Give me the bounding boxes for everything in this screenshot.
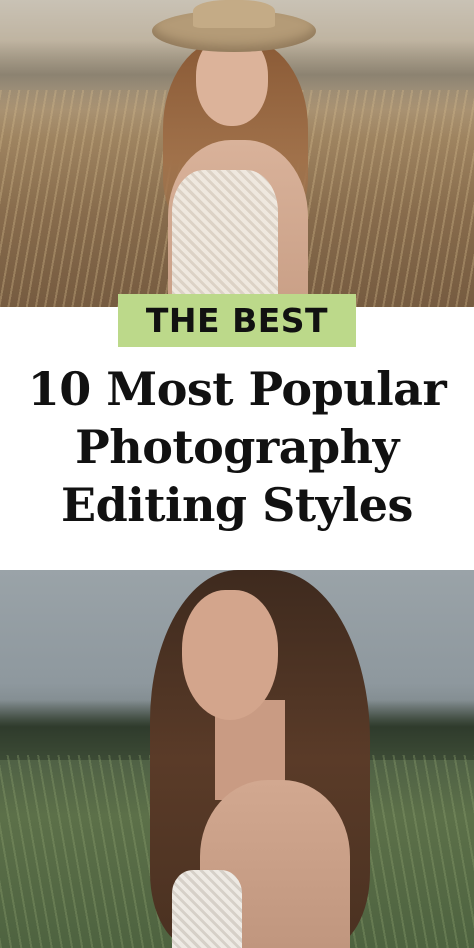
hat-crown xyxy=(193,0,275,28)
pin-graphic[interactable]: THE BEST 10 Most Popular Photography Edi… xyxy=(0,0,474,948)
lace-dress xyxy=(172,870,242,948)
top-photo xyxy=(0,0,474,307)
headline-line-3: Editing Styles xyxy=(61,478,413,532)
model-face xyxy=(182,590,278,720)
headline-line-1: 10 Most Popular xyxy=(27,362,447,416)
bottom-photo xyxy=(0,570,474,948)
headline-line-2: Photography xyxy=(75,420,399,474)
the-best-badge: THE BEST xyxy=(118,294,356,347)
headline: 10 Most Popular Photography Editing Styl… xyxy=(0,360,474,534)
badge-label: THE BEST xyxy=(145,301,329,340)
lace-dress xyxy=(172,170,278,307)
